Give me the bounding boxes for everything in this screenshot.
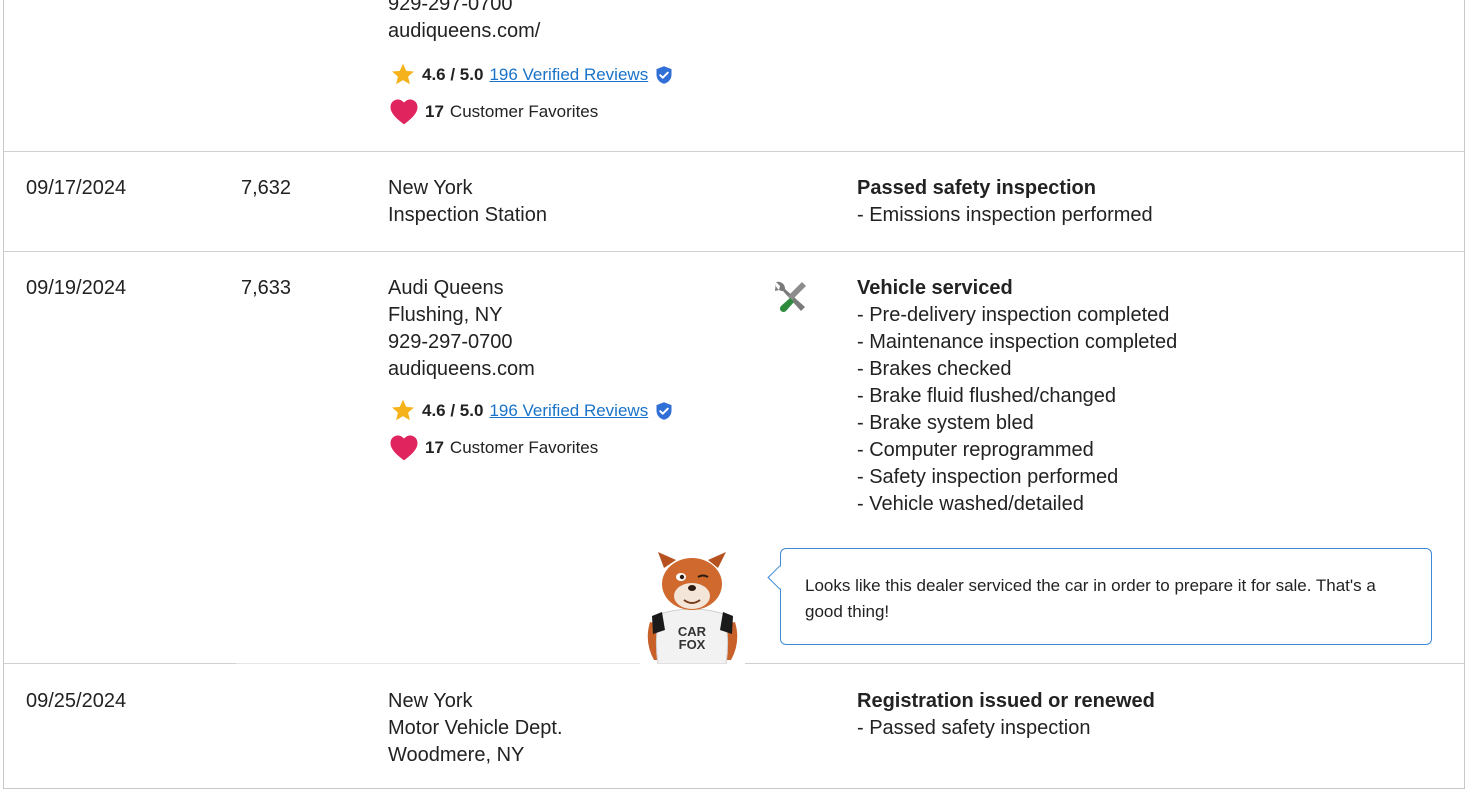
verified-reviews-link[interactable]: 196 Verified Reviews — [489, 64, 648, 86]
customer-favorites-row: 17 Customer Favorites — [389, 98, 598, 125]
dealer-website: audiqueens.com — [388, 358, 535, 380]
record-source: Audi Queens Flushing, NY 929-297-0700 au… — [388, 275, 535, 383]
row-divider — [745, 663, 1465, 664]
dealer-phone: 929-297-0700 — [388, 0, 513, 15]
record-comments: Passed safety inspection Emissions inspe… — [857, 175, 1153, 229]
source-line: New York — [388, 690, 473, 712]
detail-item: Brake fluid flushed/changed — [857, 383, 1177, 410]
source-line: New York — [388, 177, 473, 199]
record-mileage: 7,633 — [241, 277, 292, 299]
verified-reviews-link[interactable]: 196 Verified Reviews — [489, 400, 648, 422]
detail-item: Pre-delivery inspection completed — [857, 302, 1177, 329]
row-divider — [4, 251, 1465, 252]
detail-item: Passed safety inspection — [857, 715, 1155, 742]
record-comments: Registration issued or renewed Passed sa… — [857, 688, 1155, 742]
dealer-rating-row: 4.6 / 5.0 196 Verified Reviews — [390, 62, 674, 87]
star-icon — [392, 63, 414, 85]
carfox-tip-text: Looks like this dealer serviced the car … — [805, 576, 1376, 621]
rating-value: 4.6 / 5.0 — [422, 400, 484, 420]
detail-item: Emissions inspection performed — [857, 202, 1152, 229]
comment-details: Emissions inspection performed — [857, 202, 1152, 229]
favorites-count: 17 — [425, 101, 444, 121]
record-date: 09/19/2024 — [26, 277, 127, 299]
row-divider — [4, 151, 1465, 152]
heart-icon — [390, 99, 418, 125]
comment-details: Pre-delivery inspection completed Mainte… — [857, 302, 1177, 518]
dealer-location: Flushing, NY — [388, 304, 503, 326]
row-divider — [4, 663, 236, 664]
record-date: 09/17/2024 — [26, 177, 127, 199]
history-table-frame — [3, 0, 1465, 789]
row-divider — [236, 663, 640, 664]
customer-favorites-row: 17 Customer Favorites — [389, 434, 598, 461]
record-mileage: 7,632 — [241, 177, 292, 199]
comment-title: Registration issued or renewed — [857, 690, 1155, 712]
carfox-mascot: CAR FOX — [647, 552, 738, 664]
comment-title: Vehicle serviced — [857, 277, 1013, 299]
verified-shield-icon — [656, 65, 672, 84]
dealer-name: Audi Queens — [388, 277, 504, 299]
source-line: Motor Vehicle Dept. — [388, 717, 563, 739]
record-source: New York Inspection Station — [388, 175, 547, 229]
source-line: Woodmere, NY — [388, 744, 525, 766]
detail-item: Vehicle washed/detailed — [857, 491, 1177, 518]
wrench-screwdriver-icon — [775, 281, 806, 313]
comment-details: Passed safety inspection — [857, 715, 1155, 742]
source-line: Inspection Station — [388, 204, 547, 226]
detail-item: Computer reprogrammed — [857, 437, 1177, 464]
detail-item: Safety inspection performed — [857, 464, 1177, 491]
verified-shield-icon — [656, 401, 672, 420]
favorites-count: 17 — [425, 437, 444, 457]
favorites-label: Customer Favorites — [449, 437, 599, 457]
record-date: 09/25/2024 — [26, 690, 127, 712]
favorites-label: Customer Favorites — [449, 101, 599, 121]
record-comments: Vehicle serviced Pre-delivery inspection… — [857, 275, 1177, 518]
detail-item: Brake system bled — [857, 410, 1177, 437]
record-source: New York Motor Vehicle Dept. Woodmere, N… — [388, 688, 563, 769]
mascot-shirt-text: FOX — [679, 637, 706, 652]
carfox-tip-bubble: Looks like this dealer serviced the car … — [767, 548, 1432, 645]
comment-title: Passed safety inspection — [857, 177, 1096, 199]
dealer-rating-row: 4.6 / 5.0 196 Verified Reviews — [390, 398, 674, 423]
heart-icon — [390, 435, 418, 461]
detail-item: Brakes checked — [857, 356, 1177, 383]
dealer-info: 929-297-0700 audiqueens.com/ — [388, 0, 540, 45]
dealer-website: audiqueens.com/ — [388, 20, 541, 42]
detail-item: Maintenance inspection completed — [857, 329, 1177, 356]
star-icon — [392, 399, 414, 421]
rating-value: 4.6 / 5.0 — [422, 64, 484, 84]
dealer-phone: 929-297-0700 — [388, 331, 513, 353]
